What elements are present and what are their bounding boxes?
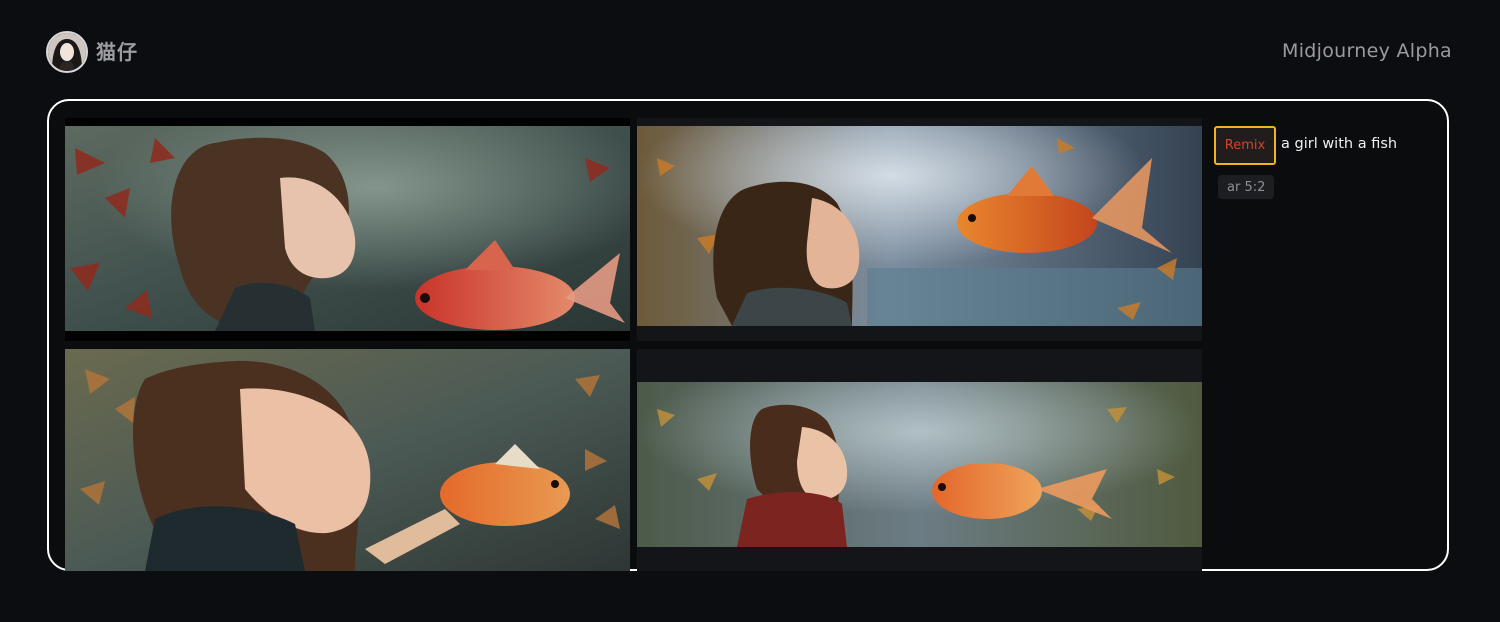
prompt-text[interactable]: a girl with a fish <box>1281 136 1397 152</box>
user-name[interactable]: 猫仔 <box>96 36 138 65</box>
generated-image-4[interactable] <box>637 349 1202 571</box>
job-card: Remix a girl with a fish ar 5:2 <box>47 99 1449 571</box>
remix-button[interactable]: Remix <box>1214 126 1276 165</box>
page-header: 猫仔 Midjourney Alpha <box>0 0 1500 100</box>
generated-image-1[interactable] <box>65 118 630 341</box>
generated-image-3[interactable] <box>65 349 630 571</box>
app-title: Midjourney Alpha <box>1282 40 1452 62</box>
generated-image-2[interactable] <box>637 118 1202 341</box>
user-avatar[interactable] <box>46 31 88 73</box>
aspect-ratio-badge[interactable]: ar 5:2 <box>1218 175 1275 199</box>
avatar-image <box>48 33 86 71</box>
